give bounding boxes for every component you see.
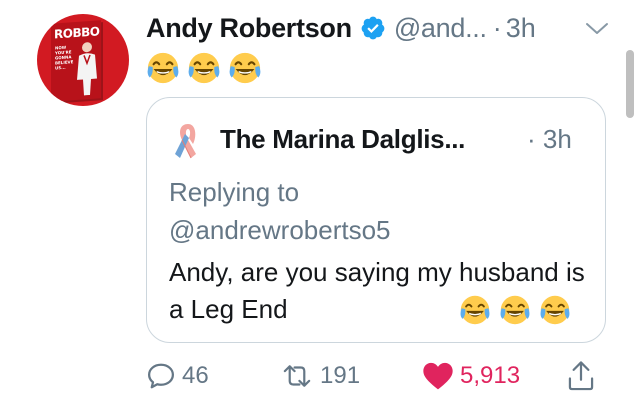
quoted-timestamp[interactable]: · 3h [527,124,572,155]
face-with-tears-of-joy-icon [229,52,261,84]
face-with-tears-of-joy-icon [147,52,179,84]
tweet[interactable]: ROBBO NOW YOU'RE GONNA BELIEVE US... And… [0,0,640,403]
book-cover-image: ROBBO NOW YOU'RE GONNA BELIEVE US... [51,20,101,102]
like-button[interactable]: 5,913 [422,356,520,396]
share-icon [568,361,594,391]
face-with-tears-of-joy-icon [540,295,570,325]
reply-count: 46 [182,362,209,389]
author-name[interactable]: Andy Robertson [146,13,352,44]
replying-to-label: Replying to [169,177,300,207]
reply-button[interactable]: 46 [146,356,209,396]
book-subtitle: NOW YOU'RE GONNA BELIEVE US... [55,44,74,71]
author-handle[interactable]: @and... [394,13,487,44]
reply-icon [148,363,174,389]
awareness-ribbon-icon [175,124,196,159]
face-with-tears-of-joy-icon [460,295,490,325]
verified-badge-icon [361,16,385,40]
quoted-tweet-card[interactable]: The Marina Dalglis... · 3h Replying to @… [146,97,606,343]
author-avatar[interactable]: ROBBO NOW YOU'RE GONNA BELIEVE US... [37,14,129,106]
share-button[interactable] [566,356,596,396]
quoted-time-value: 3h [542,124,572,154]
face-with-tears-of-joy-icon [188,52,220,84]
quoted-text-emojis [459,294,579,326]
separator-dot: · [527,124,536,154]
book-person-figure [77,42,97,96]
retweet-button[interactable]: 191 [280,356,360,396]
retweet-count: 191 [320,362,361,389]
like-count: 5,913 [460,362,521,389]
chevron-down-icon[interactable] [585,22,609,36]
tweet-header: Andy Robertson @and... · 3h [146,11,536,45]
retweet-icon [283,365,311,387]
separator-dot: · [492,12,502,43]
tweet-timestamp[interactable]: 3h [506,13,536,44]
scrollbar-thumb[interactable] [626,50,634,118]
face-with-tears-of-joy-icon [500,295,530,325]
tweet-text-emojis [146,51,269,85]
quoted-author-name[interactable]: The Marina Dalglis... [220,124,465,155]
replying-to-mention[interactable]: @andrewrobertso5 [169,212,391,248]
heart-icon [423,362,453,390]
tweet-action-bar: 46 191 5,913 [146,356,606,396]
